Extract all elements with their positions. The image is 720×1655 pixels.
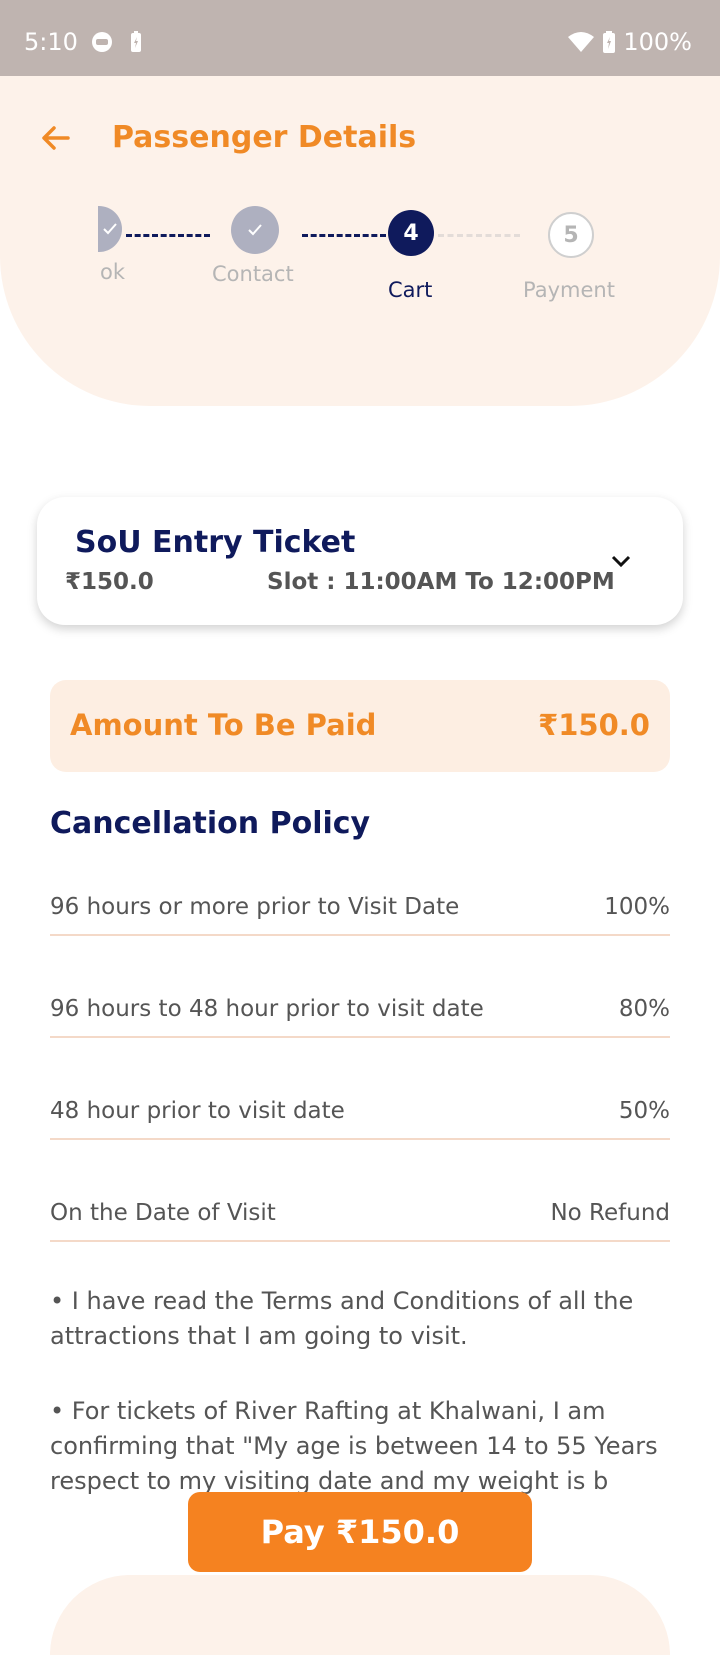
policy-refund: 80%	[618, 996, 670, 1022]
policy-condition: 96 hours or more prior to Visit Date	[50, 894, 460, 920]
check-icon	[103, 223, 117, 235]
progress-stepper: ok Contact 4 Cart 5 Payment	[0, 200, 720, 320]
battery-icon	[603, 31, 616, 53]
step-4-label: Payment	[523, 278, 615, 302]
status-bar: 5:10 100%	[0, 0, 720, 76]
policy-condition: 96 hours to 48 hour prior to visit date	[50, 996, 484, 1022]
policy-condition: 48 hour prior to visit date	[50, 1098, 345, 1124]
ticket-slot: Slot : 11:00AM To 12:00PM	[267, 569, 615, 595]
policy-refund: 50%	[618, 1098, 670, 1124]
back-arrow-icon[interactable]	[38, 120, 74, 156]
ticket-price: ₹150.0	[65, 569, 154, 595]
page-title: Passenger Details	[112, 120, 417, 155]
amount-summary: Amount To Be Paid ₹150.0	[50, 680, 670, 772]
terms-paragraph: • For tickets of River Rafting at Khalwa…	[50, 1397, 658, 1495]
step-2-done	[231, 206, 279, 254]
pay-button[interactable]: Pay ₹150.0	[188, 1492, 532, 1572]
ticket-card[interactable]: SoU Entry Ticket ₹150.0 Slot : 11:00AM T…	[37, 497, 683, 625]
policy-row: 96 hours or more prior to Visit Date 100…	[50, 882, 670, 936]
status-right: 100%	[567, 28, 692, 56]
policy-refund: No Refund	[550, 1200, 670, 1226]
step-3-label: Cart	[388, 278, 433, 302]
policy-row: 96 hours to 48 hour prior to visit date …	[50, 984, 670, 1038]
policy-condition: On the Date of Visit	[50, 1200, 276, 1226]
ticket-title: SoU Entry Ticket	[75, 525, 356, 560]
policy-row: 48 hour prior to visit date 50%	[50, 1086, 670, 1140]
bottom-decoration	[50, 1575, 670, 1655]
wifi-icon	[568, 32, 595, 52]
step-1-label: ok	[100, 260, 126, 284]
policy-refund: 100%	[604, 894, 670, 920]
amount-label: Amount To Be Paid	[70, 708, 377, 742]
step-connector	[126, 234, 210, 237]
step-4-pending: 5	[548, 212, 594, 258]
status-time: 5:10	[24, 28, 78, 56]
step-connector	[438, 234, 520, 237]
battery-charging-icon	[131, 31, 141, 52]
status-notifications	[90, 30, 144, 54]
amount-value: ₹150.0	[538, 708, 650, 742]
policy-row: On the Date of Visit No Refund	[50, 1188, 670, 1242]
step-1-done	[98, 206, 122, 252]
step-2-label: Contact	[212, 262, 294, 286]
app-notification-icon	[92, 32, 112, 52]
cancellation-policy-title: Cancellation Policy	[50, 806, 371, 841]
step-connector	[302, 234, 386, 237]
terms-paragraph: • I have read the Terms and Conditions o…	[50, 1287, 634, 1350]
check-icon	[248, 224, 262, 236]
battery-percent: 100%	[623, 28, 692, 56]
chevron-down-icon[interactable]	[609, 549, 633, 573]
step-3-current: 4	[388, 210, 434, 256]
